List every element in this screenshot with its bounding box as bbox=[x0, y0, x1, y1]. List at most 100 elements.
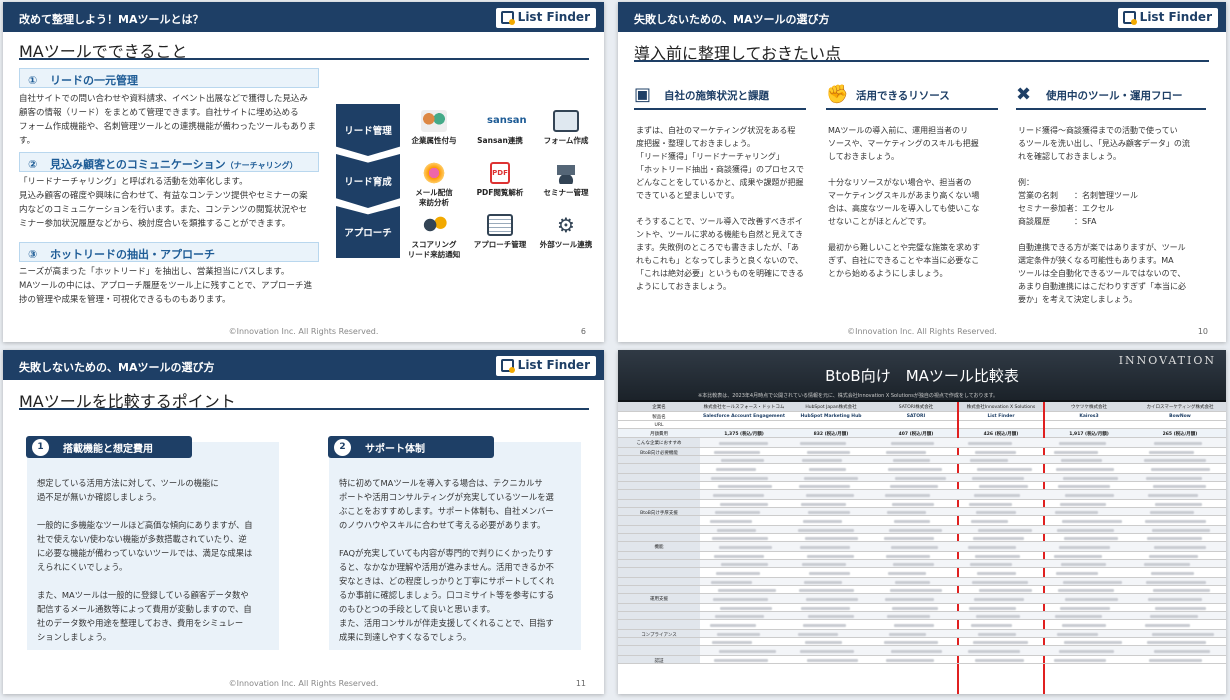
blurred-cell-content bbox=[1060, 607, 1110, 610]
table-row bbox=[618, 568, 1226, 578]
blurred-cell-content bbox=[884, 537, 934, 540]
price-cell: 426 (税込/月額) bbox=[983, 432, 1019, 437]
blurred-cell-content bbox=[809, 572, 850, 575]
blurred-cell-content bbox=[1062, 520, 1122, 523]
row-label bbox=[618, 620, 700, 629]
row-label bbox=[618, 560, 700, 567]
row-label: 機能 bbox=[618, 542, 700, 551]
gear-icon: ⚙ bbox=[557, 213, 575, 237]
section-hot-lead: ③ ホットリードの抽出・アプローチ bbox=[19, 242, 319, 262]
table-row bbox=[618, 638, 1226, 646]
blurred-cell-content bbox=[1056, 468, 1114, 471]
blurred-cell-content bbox=[1055, 511, 1098, 514]
blurred-cell-content bbox=[808, 511, 850, 514]
page-number: 6 bbox=[580, 327, 586, 336]
blurred-cell-content bbox=[971, 520, 1008, 523]
table-row-vendor: 企業名 株式会社セールスフォース・ドットコム HubSpot Japan株式会社… bbox=[618, 402, 1226, 412]
table-row bbox=[618, 552, 1226, 560]
blurred-cell-content bbox=[1146, 581, 1206, 584]
blurred-cell-content bbox=[715, 511, 760, 514]
blurred-cell-content bbox=[972, 477, 1024, 480]
row-label bbox=[618, 604, 700, 611]
blurred-cell-content bbox=[968, 546, 1016, 549]
blurred-cell-content bbox=[805, 641, 842, 644]
table-row: BtoB向け必要機能 bbox=[618, 448, 1226, 456]
slide-10: 失敗しないための、MAツールの選び方 List Finder 導入前に整理してお… bbox=[618, 2, 1226, 342]
vendor-cell: 株式会社Innovation X Solutions bbox=[966, 405, 1036, 410]
blurred-cell-content bbox=[1058, 589, 1114, 592]
blurred-cell-content bbox=[718, 589, 776, 592]
column-text-resources: MAツールの導入前に、運用担当者のリ ソースや、マーケティングのスキルも把握 してお… bbox=[828, 126, 980, 278]
blurred-cell-content bbox=[887, 615, 930, 618]
row-label bbox=[618, 464, 700, 473]
vendor-cell: ウケツケ株式会社 bbox=[1071, 405, 1107, 410]
chevron-lead-management: リード管理 bbox=[336, 104, 400, 156]
slide-11: 失敗しないための、MAツールの選び方 List Finder MAツールを比較す… bbox=[3, 350, 604, 694]
list-finder-logo-icon bbox=[500, 359, 515, 373]
blurred-cell-content bbox=[806, 598, 858, 601]
blurred-cell-content bbox=[1153, 589, 1210, 592]
table-row bbox=[618, 456, 1226, 464]
blurred-cell-content bbox=[1145, 520, 1206, 523]
column-title-tools: ✖ 使用中のツール・運用フロー bbox=[1016, 84, 1206, 110]
lead-management-text: 自社サイトでの問い合わせや資料請求、イベント出展などで獲得した見込み 顧客の情報（… bbox=[19, 94, 316, 146]
blurred-cell-content bbox=[713, 598, 768, 601]
blurred-cell-content bbox=[887, 511, 926, 514]
blurred-cell-content bbox=[1155, 503, 1202, 506]
blurred-cell-content bbox=[969, 503, 1012, 506]
blurred-cell-content bbox=[975, 659, 1024, 662]
blurred-cell-content bbox=[804, 477, 858, 480]
blurred-cell-content bbox=[977, 468, 1032, 471]
vendor-cell: SATORI株式会社 bbox=[898, 405, 934, 410]
chevron-approach: アプローチ bbox=[336, 206, 400, 258]
blurred-cell-content bbox=[800, 442, 846, 445]
feature-mail: メール配信 来訪分析 bbox=[403, 162, 465, 208]
table-row bbox=[618, 474, 1226, 482]
vendor-cell: 株式会社セールスフォース・ドットコム bbox=[703, 405, 785, 410]
blurred-cell-content bbox=[805, 537, 858, 540]
slide-header: 改めて整理しよう！MAツールとは？ List Finder bbox=[3, 2, 604, 32]
blurred-cell-content bbox=[802, 459, 842, 462]
blurred-cell-content bbox=[1059, 650, 1114, 653]
blurred-cell-content bbox=[710, 520, 752, 523]
blurred-cell-content bbox=[1154, 442, 1202, 445]
blurred-cell-content bbox=[893, 459, 930, 462]
list-finder-logo: List Finder bbox=[495, 356, 596, 376]
table-row bbox=[618, 464, 1226, 474]
feature-scoring: スコアリング リード来訪通知 bbox=[403, 214, 465, 260]
blurred-cell-content bbox=[971, 624, 1012, 627]
row-label: URL bbox=[654, 423, 664, 428]
blurred-cell-content bbox=[976, 615, 1020, 618]
comparison-table: 企業名 株式会社セールスフォース・ドットコム HubSpot Japan株式会社… bbox=[618, 402, 1226, 694]
blurred-cell-content bbox=[973, 537, 1024, 540]
blurred-cell-content bbox=[890, 589, 942, 592]
blurred-cell-content bbox=[1054, 555, 1102, 558]
table-row-price: 月額費用 1,375 (税込/月額) 832 (税込/月額) 407 (税込/月… bbox=[618, 429, 1226, 438]
blurred-cell-content bbox=[1064, 641, 1122, 644]
list-finder-logo: List Finder bbox=[1117, 8, 1218, 28]
row-label bbox=[618, 646, 700, 655]
table-row: こんな企業におすすめ bbox=[618, 438, 1226, 448]
table-row bbox=[618, 578, 1226, 586]
list-finder-logo-icon bbox=[500, 11, 515, 25]
column-text-tools: リード獲得～商談獲得までの活動で使ってい るツールを洗い出し、「見込み顧客データ」… bbox=[1018, 126, 1190, 304]
blurred-cell-content bbox=[809, 468, 846, 471]
blurred-cell-content bbox=[799, 589, 854, 592]
blurred-cell-content bbox=[889, 633, 926, 636]
blurred-cell-content bbox=[710, 624, 756, 627]
row-label: 認証 bbox=[618, 656, 700, 664]
blurred-cell-content bbox=[798, 529, 854, 532]
table-row bbox=[618, 560, 1226, 568]
point-text-features-cost: 想定している活用方法に対して、ツールの機能に 過不足が無いか確認しましょう。 一般的… bbox=[37, 478, 253, 642]
blurred-cell-content bbox=[978, 529, 1032, 532]
blurred-cell-content bbox=[885, 494, 930, 497]
blurred-cell-content bbox=[721, 563, 768, 566]
table-row: 認証 bbox=[618, 656, 1226, 664]
blurred-cell-content bbox=[719, 650, 776, 653]
product-cell: Kairos3 bbox=[1079, 414, 1099, 419]
blurred-cell-content bbox=[714, 659, 768, 662]
column-text-situation: まずは、自社のマーケティング状況をある程 度把握・整理しておきましょう。 「リード獲… bbox=[636, 126, 804, 291]
table-row bbox=[618, 646, 1226, 656]
table-row bbox=[618, 516, 1226, 526]
feature-sansan: sansan Sansan連携 bbox=[469, 110, 531, 146]
